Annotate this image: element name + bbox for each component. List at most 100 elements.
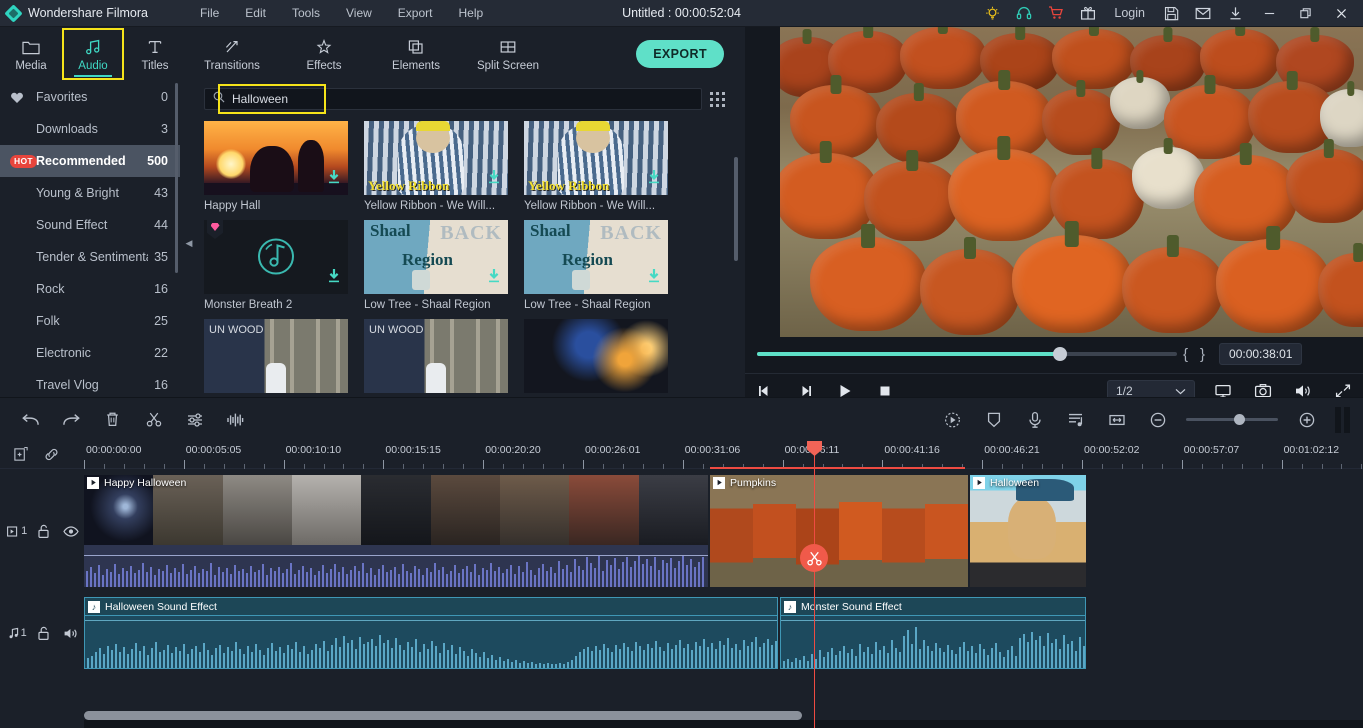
undo-icon[interactable] [10, 398, 51, 442]
preview-slider-handle[interactable] [1053, 347, 1067, 361]
sidebar-item-folk[interactable]: Folk 25 [0, 305, 180, 337]
audio-category-sidebar[interactable]: Favorites 0 Downloads 3 HOT Recommended … [0, 81, 180, 397]
title-bar-actions: Login [976, 0, 1363, 27]
link-chain-icon[interactable] [36, 441, 66, 469]
sidebar-item-recommended[interactable]: HOT Recommended 500 [0, 145, 180, 177]
sidebar-item-electronic[interactable]: Electronic 22 [0, 337, 180, 369]
audio-clip-halloween-sound-effect[interactable]: ♪ Halloween Sound Effect [84, 597, 778, 669]
sidebar-item-young-bright[interactable]: Young & Bright 43 [0, 177, 180, 209]
zoom-out-icon[interactable] [1137, 398, 1178, 442]
preview-progress-slider[interactable] [757, 347, 1177, 361]
library-item[interactable]: BACK Shaal Region Low Tree - Shaal Region [364, 220, 508, 311]
library-item[interactable]: Happy Hall [204, 121, 348, 212]
timeline-zoom-handle[interactable] [1234, 414, 1245, 425]
timeline-ruler[interactable]: 00:00:00:00 00:00:05:05 00:00:10:10 00:00:1… [84, 441, 1363, 469]
library-item[interactable]: BACK Shaal Region Low Tree - Shaal Region [524, 220, 668, 311]
sidebar-item-sound-effect[interactable]: Sound Effect 44 [0, 209, 180, 241]
cart-icon[interactable] [1040, 0, 1072, 27]
tab-transitions[interactable]: Transitions [186, 28, 278, 80]
preview-timecode[interactable]: 00:00:38:01 [1219, 343, 1303, 365]
menu-tools[interactable]: Tools [279, 2, 333, 24]
mark-in-icon[interactable]: { [1177, 346, 1194, 363]
sidebar-item-downloads[interactable]: Downloads 3 [0, 113, 180, 145]
split-scissors-icon[interactable] [800, 544, 828, 572]
download-icon[interactable] [327, 268, 341, 289]
tab-split-screen[interactable]: Split Screen [462, 28, 554, 80]
sidebar-count-travel-vlog: 16 [154, 378, 168, 392]
app-name: Wondershare Filmora [28, 6, 148, 20]
timeline-zoom-slider[interactable] [1186, 414, 1278, 425]
library-item[interactable]: UN WOOD [204, 319, 348, 393]
mail-icon[interactable] [1187, 0, 1219, 27]
sidebar-item-favorites[interactable]: Favorites 0 [0, 81, 180, 113]
redo-icon[interactable] [51, 398, 92, 442]
delete-trash-icon[interactable] [92, 398, 133, 442]
unlock-icon[interactable] [31, 524, 58, 539]
split-scissors-icon[interactable] [133, 398, 174, 442]
marker-icon[interactable] [1327, 398, 1357, 442]
tab-effects[interactable]: Effects [278, 28, 370, 80]
preview-quality-value: 1/2 [1116, 383, 1133, 398]
menu-help[interactable]: Help [445, 2, 496, 24]
sidebar-item-travel-vlog[interactable]: Travel Vlog 16 [0, 369, 180, 397]
headset-icon[interactable] [1008, 0, 1040, 27]
zoom-in-icon[interactable] [1286, 398, 1327, 442]
timeline-horizontal-scrollbar[interactable] [84, 711, 802, 720]
download-icon[interactable] [487, 268, 501, 289]
download-icon[interactable] [647, 268, 661, 289]
unlock-icon[interactable] [31, 626, 58, 641]
audio-waveform-icon[interactable] [215, 398, 256, 442]
download-icon[interactable] [647, 169, 661, 190]
menu-view[interactable]: View [333, 2, 385, 24]
menu-file[interactable]: File [187, 2, 232, 24]
download-icon[interactable] [1219, 0, 1251, 27]
library-item[interactable]: Monster Breath 2 [204, 220, 348, 311]
library-item[interactable] [524, 319, 668, 393]
video-clip-halloween[interactable]: Halloween [970, 475, 1086, 587]
video-clip-happy-halloween[interactable]: Happy Halloween [84, 475, 708, 587]
tab-media[interactable]: Media [0, 28, 62, 80]
maximize-icon[interactable] [1287, 0, 1323, 27]
sidebar-scrollbar[interactable] [175, 83, 178, 273]
fit-timeline-icon[interactable] [1096, 398, 1137, 442]
library-scrollbar[interactable] [734, 157, 738, 261]
mark-out-icon[interactable]: } [1194, 346, 1211, 363]
download-icon[interactable] [487, 169, 501, 190]
gift-icon[interactable] [1072, 0, 1104, 27]
audio-track-body[interactable]: ♪ Halloween Sound Effect ♪ Monster Sound… [84, 597, 1363, 669]
crop-shield-icon[interactable] [973, 398, 1014, 442]
library-item[interactable]: UN WOOD [364, 319, 508, 393]
sidebar-item-rock[interactable]: Rock 16 [0, 273, 180, 305]
close-icon[interactable] [1323, 0, 1359, 27]
voiceover-mic-icon[interactable] [1014, 398, 1055, 442]
library-item[interactable]: Yellow Ribbon Yellow Ribbon - We Will... [364, 121, 508, 212]
add-marker-icon[interactable] [6, 441, 36, 469]
sidebar-collapse-icon[interactable]: ◀ [183, 228, 195, 258]
color-effect-icon[interactable] [932, 398, 973, 442]
menu-edit[interactable]: Edit [232, 2, 279, 24]
login-button[interactable]: Login [1104, 6, 1155, 20]
timeline-playhead[interactable] [807, 441, 822, 728]
bulb-icon[interactable] [976, 0, 1008, 27]
search-input[interactable]: Halloween [204, 88, 702, 110]
video-clip-pumpkins[interactable]: Pumpkins [710, 475, 968, 587]
eye-visible-icon[interactable] [57, 525, 84, 537]
tab-titles[interactable]: Titles [124, 28, 186, 80]
menu-export[interactable]: Export [385, 2, 446, 24]
save-icon[interactable] [1155, 0, 1187, 27]
speaker-icon[interactable] [57, 627, 84, 640]
export-button[interactable]: EXPORT [636, 40, 724, 68]
minimize-icon[interactable] [1251, 0, 1287, 27]
audio-mixer-icon[interactable] [1055, 398, 1096, 442]
tab-audio[interactable]: Audio [62, 28, 124, 80]
grid-view-icon[interactable] [702, 91, 732, 107]
sidebar-item-tender-sentimental[interactable]: Tender & Sentimental 35 [0, 241, 180, 273]
download-icon[interactable] [327, 169, 341, 190]
ruler-tick-minor [363, 464, 365, 469]
preview-video[interactable] [780, 27, 1363, 337]
adjust-sliders-icon[interactable] [174, 398, 215, 442]
tab-elements[interactable]: Elements [370, 28, 462, 80]
library-item[interactable]: Yellow Ribbon Yellow Ribbon - We Will... [524, 121, 668, 212]
video-track-body[interactable]: Happy Halloween Pumpkins Halloween [84, 475, 1363, 587]
audio-clip-monster-sound-effect[interactable]: ♪ Monster Sound Effect [780, 597, 1086, 669]
